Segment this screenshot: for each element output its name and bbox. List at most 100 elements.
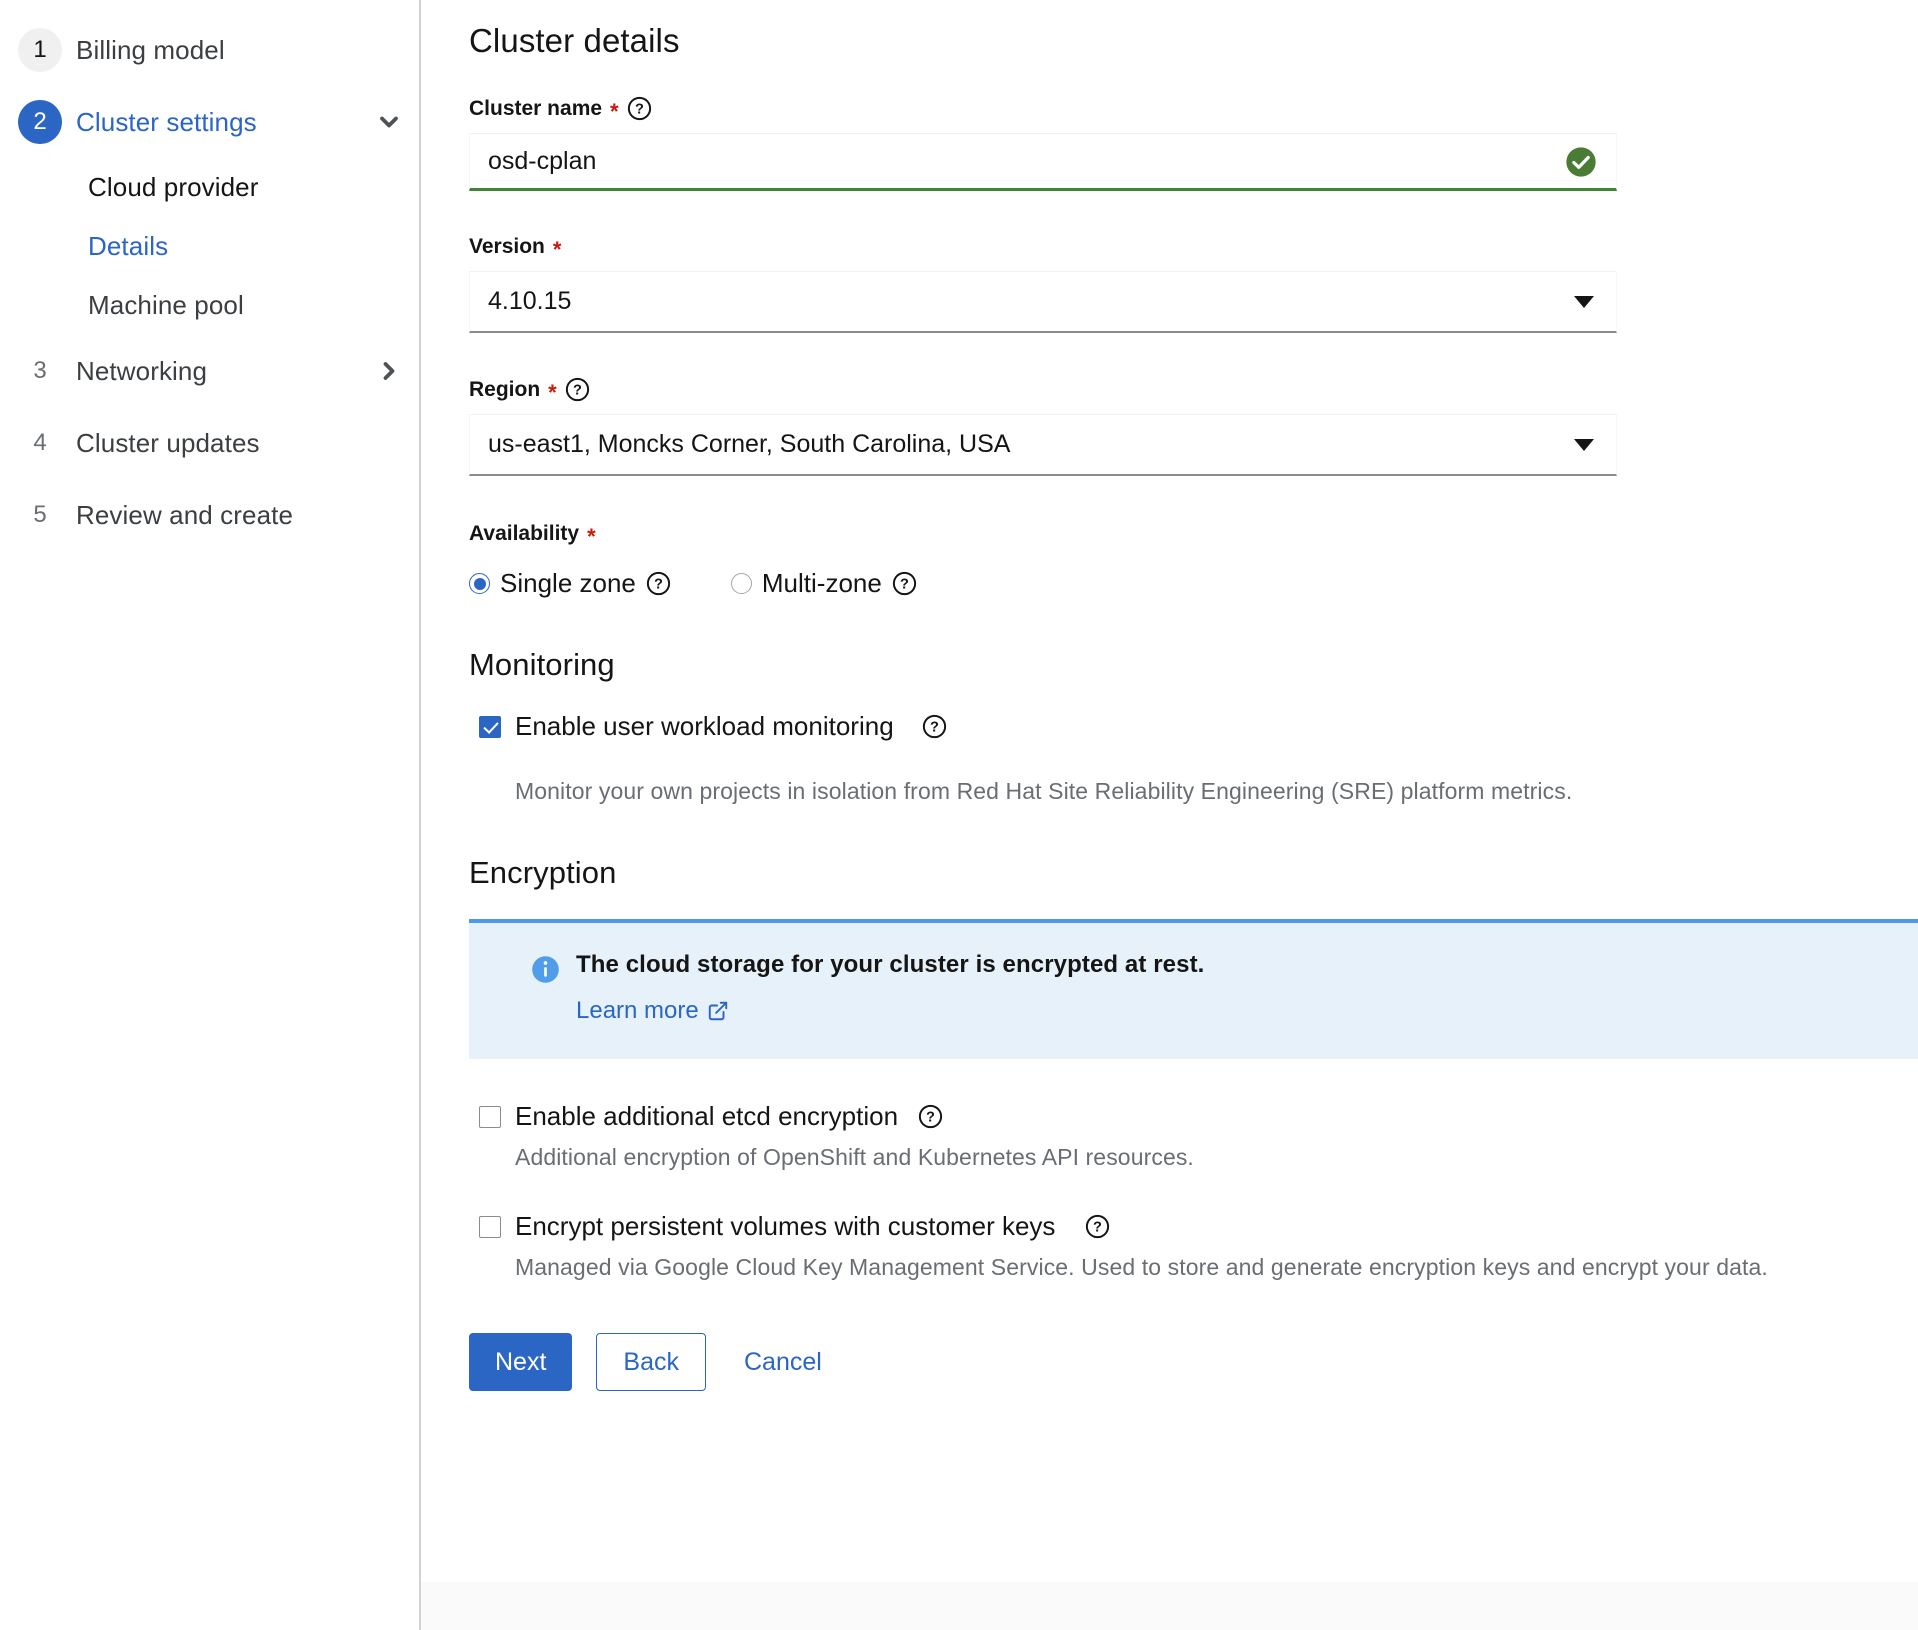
radio-multi-zone[interactable]: Multi-zone ? xyxy=(731,568,917,599)
sidebar-item-cloud-provider[interactable]: Cloud provider xyxy=(0,158,419,217)
monitoring-checkbox-block: Enable user workload monitoring ? Monito… xyxy=(479,711,1918,805)
pv-encryption-block: Encrypt persistent volumes with customer… xyxy=(479,1211,1918,1281)
radio-label: Single zone xyxy=(500,568,636,599)
wizard-sidebar: 1 Billing model 2 Cluster settings Cloud… xyxy=(0,0,421,1630)
version-select[interactable]: 4.10.15 xyxy=(469,271,1617,333)
step-number-badge: 5 xyxy=(18,493,62,537)
next-button[interactable]: Next xyxy=(469,1333,572,1391)
sidebar-item-label: Billing model xyxy=(76,35,225,66)
label-text: Region xyxy=(469,378,540,402)
required-asterisk: * xyxy=(553,239,562,261)
alert-inner: The cloud storage for your cluster is en… xyxy=(499,951,1888,1025)
chevron-down-icon xyxy=(1574,439,1594,451)
help-icon[interactable]: ? xyxy=(565,377,590,402)
radio-single-zone[interactable]: Single zone ? xyxy=(469,568,671,599)
step-number-badge: 4 xyxy=(18,421,62,465)
checkbox-label: Encrypt persistent volumes with customer… xyxy=(515,1211,1055,1242)
help-icon[interactable]: ? xyxy=(1085,1214,1110,1239)
sidebar-item-networking[interactable]: 3 Networking xyxy=(0,335,419,407)
svg-text:?: ? xyxy=(900,577,909,593)
availability-radio-group: Single zone ? Multi-zone ? xyxy=(469,568,1918,599)
label-text: Availability xyxy=(469,522,579,546)
required-asterisk: * xyxy=(587,526,596,548)
version-selected-value: 4.10.15 xyxy=(488,287,571,316)
step-number-badge: 1 xyxy=(18,28,62,72)
sidebar-item-label: Details xyxy=(88,231,168,262)
svg-text:?: ? xyxy=(635,102,644,118)
wizard-main-panel: Cluster details Cluster name * ? xyxy=(421,0,1918,1630)
validation-success-icon xyxy=(1565,146,1597,178)
page-title: Cluster details xyxy=(469,22,1918,60)
step-number-badge: 2 xyxy=(18,100,62,144)
svg-text:?: ? xyxy=(1093,1220,1102,1236)
checkbox-encrypt-persistent-volumes[interactable]: Encrypt persistent volumes with customer… xyxy=(479,1211,1918,1242)
region-select[interactable]: us-east1, Moncks Corner, South Carolina,… xyxy=(469,414,1617,476)
chevron-right-icon[interactable] xyxy=(375,357,403,385)
help-icon[interactable]: ? xyxy=(892,571,917,596)
help-icon[interactable]: ? xyxy=(918,1104,943,1129)
radio-label: Multi-zone xyxy=(762,568,882,599)
availability-label: Availability * xyxy=(469,522,1918,546)
checkbox-label: Enable additional etcd encryption xyxy=(515,1101,898,1132)
cluster-name-label: Cluster name * ? xyxy=(469,96,1918,121)
form-content: Cluster details Cluster name * ? xyxy=(421,0,1918,1391)
region-selected-value: us-east1, Moncks Corner, South Carolina,… xyxy=(488,430,1010,459)
field-region: Region * ? us-east1, Moncks Corner, Sout… xyxy=(469,377,1918,476)
etcd-encryption-block: Enable additional etcd encryption ? Addi… xyxy=(479,1101,1918,1171)
required-asterisk: * xyxy=(610,101,619,123)
checkbox-indicator[interactable] xyxy=(479,716,501,738)
version-label: Version * xyxy=(469,235,1918,259)
monitoring-heading: Monitoring xyxy=(469,647,1918,683)
checkbox-enable-user-workload-monitoring[interactable]: Enable user workload monitoring ? xyxy=(479,711,1918,742)
sidebar-item-label: Review and create xyxy=(76,500,293,531)
sidebar-item-label: Cluster updates xyxy=(76,428,260,459)
encryption-info-alert: The cloud storage for your cluster is en… xyxy=(469,919,1918,1059)
help-icon[interactable]: ? xyxy=(646,571,671,596)
step-number-badge: 3 xyxy=(18,349,62,393)
help-icon[interactable]: ? xyxy=(922,714,947,739)
help-icon[interactable]: ? xyxy=(627,96,652,121)
learn-more-label: Learn more xyxy=(576,997,699,1025)
alert-title: The cloud storage for your cluster is en… xyxy=(576,951,1204,979)
wizard-action-bar: Next Back Cancel xyxy=(469,1333,1918,1391)
external-link-icon xyxy=(707,1000,729,1022)
checkbox-indicator[interactable] xyxy=(479,1106,501,1128)
svg-text:?: ? xyxy=(926,1110,935,1126)
footer-strip xyxy=(421,1582,1918,1630)
radio-indicator[interactable] xyxy=(469,573,490,594)
sidebar-item-review-and-create[interactable]: 5 Review and create xyxy=(0,479,419,551)
sidebar-item-billing-model[interactable]: 1 Billing model xyxy=(0,14,419,86)
required-asterisk: * xyxy=(548,382,557,404)
checkbox-indicator[interactable] xyxy=(479,1216,501,1238)
field-cluster-name: Cluster name * ? xyxy=(469,96,1918,191)
alert-body: The cloud storage for your cluster is en… xyxy=(576,951,1204,1025)
info-icon xyxy=(531,955,560,984)
cluster-name-input-wrap xyxy=(469,133,1617,191)
radio-indicator[interactable] xyxy=(731,573,752,594)
pv-encryption-description: Managed via Google Cloud Key Management … xyxy=(515,1254,1918,1281)
checkbox-label: Enable user workload monitoring xyxy=(515,711,894,742)
cluster-name-input[interactable] xyxy=(469,133,1617,191)
cancel-button[interactable]: Cancel xyxy=(730,1333,836,1391)
field-availability: Availability * Single zone ? Multi-zone xyxy=(469,522,1918,599)
sidebar-item-label: Machine pool xyxy=(88,290,244,321)
sidebar-item-cluster-updates[interactable]: 4 Cluster updates xyxy=(0,407,419,479)
sidebar-item-cluster-settings[interactable]: 2 Cluster settings xyxy=(0,86,419,158)
section-monitoring: Monitoring Enable user workload monitori… xyxy=(469,647,1918,805)
sidebar-item-machine-pool[interactable]: Machine pool xyxy=(0,276,419,335)
region-label: Region * ? xyxy=(469,377,1918,402)
sidebar-item-details[interactable]: Details xyxy=(0,217,419,276)
svg-text:?: ? xyxy=(930,720,939,736)
monitoring-description: Monitor your own projects in isolation f… xyxy=(515,778,1918,805)
checkbox-enable-additional-etcd-encryption[interactable]: Enable additional etcd encryption ? xyxy=(479,1101,1918,1132)
etcd-encryption-description: Additional encryption of OpenShift and K… xyxy=(515,1144,1918,1171)
chevron-down-icon[interactable] xyxy=(375,108,403,136)
back-button[interactable]: Back xyxy=(596,1333,706,1391)
label-text: Cluster name xyxy=(469,97,602,121)
learn-more-link[interactable]: Learn more xyxy=(576,997,729,1025)
sidebar-item-label: Cloud provider xyxy=(88,172,259,203)
field-version: Version * 4.10.15 xyxy=(469,235,1918,333)
label-text: Version xyxy=(469,235,545,259)
cluster-wizard-page: 1 Billing model 2 Cluster settings Cloud… xyxy=(0,0,1918,1630)
encryption-heading: Encryption xyxy=(469,855,1918,891)
